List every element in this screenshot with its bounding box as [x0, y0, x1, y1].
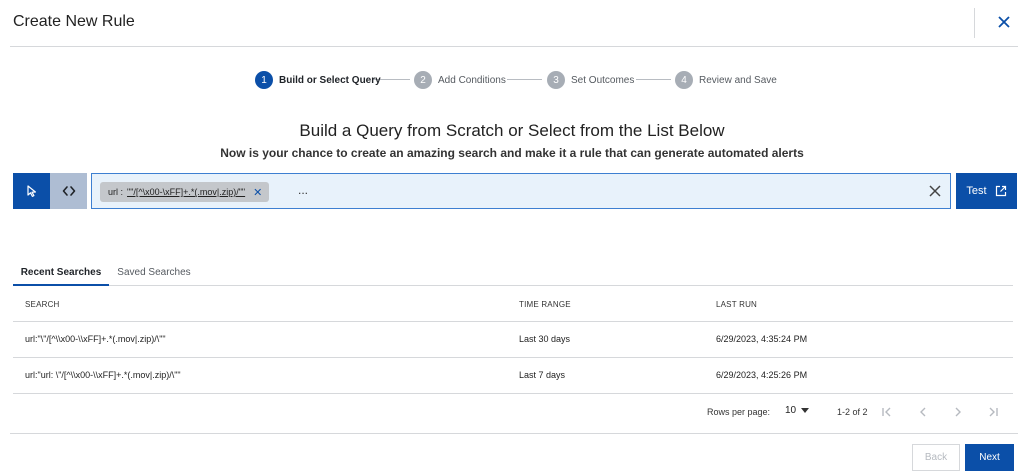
chip-key: url :: [108, 187, 124, 197]
build-title: Build a Query from Scratch or Select fro…: [299, 121, 725, 140]
rows-per-page-label: Rows per page:: [707, 407, 771, 417]
search-cell: url:"url: \"/[^\\x00-\\xFF]+.*(.mov|.zip…: [25, 370, 181, 380]
step-label: Build or Select Query: [279, 74, 381, 86]
tab-recent-searches[interactable]: Recent Searches: [13, 257, 109, 287]
active-tab-indicator: [13, 284, 109, 286]
step-number: 2: [414, 71, 432, 89]
query-input[interactable]: url : ""/[^\x00-\xFF]+.*(.mov|.zip)/"" ✕…: [91, 173, 951, 209]
table-row[interactable]: url:"\"/[^\\x00-\\xFF]+.*(.mov|.zip)/\""…: [13, 322, 1013, 358]
header-divider-line: [10, 46, 1018, 47]
step-connector: [507, 79, 542, 80]
tab-saved-searches[interactable]: Saved Searches: [109, 257, 199, 287]
build-subtitle: Now is your chance to create an amazing …: [220, 146, 804, 160]
search-cell: url:"\"/[^\\x00-\\xFF]+.*(.mov|.zip)/\"": [25, 334, 166, 344]
modal-header: Create New Rule: [0, 0, 1024, 46]
back-button[interactable]: Back: [912, 444, 960, 471]
query-chip[interactable]: url : ""/[^\x00-\xFF]+.*(.mov|.zip)/"" ✕: [100, 182, 270, 202]
prev-page-icon[interactable]: [916, 405, 930, 419]
table-row[interactable]: url:"url: \"/[^\\x00-\\xFF]+.*(.mov|.zip…: [13, 358, 1013, 394]
step-label: Set Outcomes: [571, 74, 635, 86]
chip-value: ""/[^\x00-\xFF]+.*(.mov|.zip)/"": [127, 187, 246, 197]
first-page-icon[interactable]: [880, 405, 894, 419]
page-range: 1-2 of 2: [837, 407, 868, 417]
rows-per-page-value: 10: [785, 405, 797, 416]
test-button[interactable]: Test: [956, 173, 1017, 209]
step-number: 4: [675, 71, 693, 89]
footer-divider: [10, 433, 1018, 434]
step-label: Add Conditions: [438, 74, 506, 86]
time-range-cell: Last 7 days: [519, 370, 566, 380]
cursor-icon: [26, 185, 36, 197]
step-label: Review and Save: [699, 74, 777, 86]
step-connector: [636, 79, 671, 80]
external-link-icon: [995, 185, 1006, 197]
close-icon[interactable]: [994, 12, 1014, 32]
query-placeholder: ...: [298, 183, 309, 197]
rows-per-page-select[interactable]: 10: [785, 405, 810, 416]
code-mode-button[interactable]: [50, 173, 87, 209]
search-tabs: Recent Searches Saved Searches: [13, 257, 1013, 287]
pagination: Rows per page: 10 1-2 of 2: [0, 400, 1024, 424]
next-page-icon[interactable]: [951, 405, 965, 419]
stepper: 1 Build or Select Query 2 Add Conditions…: [0, 70, 1024, 90]
step-number: 1: [255, 71, 273, 89]
next-button[interactable]: Next: [965, 444, 1014, 471]
last-run-cell: 6/29/2023, 4:25:26 PM: [716, 370, 808, 380]
step-3: 3 Set Outcomes: [547, 70, 634, 90]
time-range-cell: Last 30 days: [519, 334, 571, 344]
step-2: 2 Add Conditions: [414, 70, 506, 90]
step-number: 3: [547, 71, 565, 89]
clear-query-icon[interactable]: [928, 184, 942, 198]
table-header: SEARCH TIME RANGE LAST RUN: [13, 290, 1013, 322]
select-mode-button[interactable]: [13, 173, 50, 209]
column-header-search: SEARCH: [25, 300, 60, 309]
caret-down-icon: [801, 408, 810, 413]
chip-remove-icon[interactable]: ✕: [253, 186, 262, 199]
column-header-last-run: LAST RUN: [716, 300, 758, 309]
test-button-label: Test: [966, 185, 987, 197]
code-icon: [62, 186, 75, 196]
step-4: 4 Review and Save: [675, 70, 777, 90]
modal-title: Create New Rule: [13, 13, 135, 30]
last-run-cell: 6/29/2023, 4:35:24 PM: [716, 334, 808, 344]
header-divider: [974, 8, 975, 38]
step-1: 1 Build or Select Query: [255, 70, 381, 90]
column-header-time-range: TIME RANGE: [519, 300, 571, 309]
last-page-icon[interactable]: [986, 405, 1000, 419]
